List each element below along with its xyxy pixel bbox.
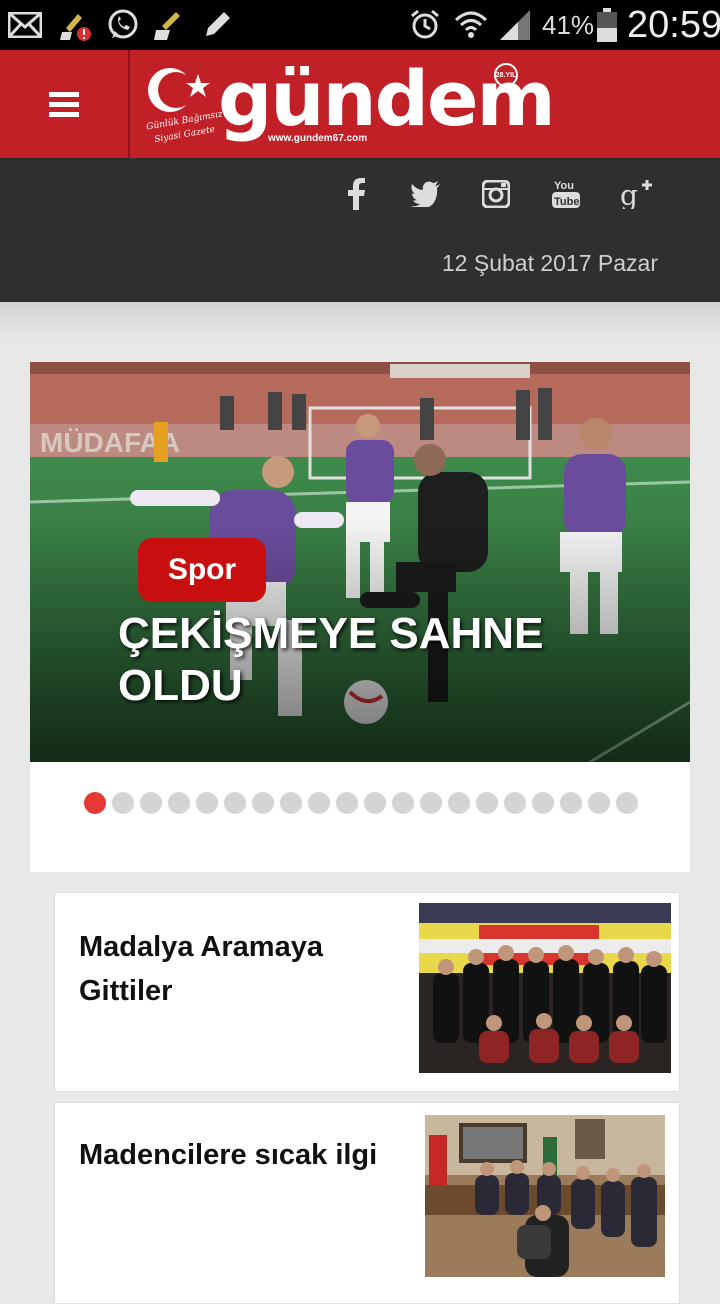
wifi-icon [454, 8, 488, 42]
slide-image[interactable]: MÜDAFAA [30, 362, 690, 762]
news-thumbnail[interactable] [425, 1115, 665, 1277]
slider-dot[interactable] [140, 792, 162, 814]
cleaner-alert-icon [58, 8, 92, 42]
slider-dot[interactable] [84, 792, 106, 814]
slider-dot[interactable] [560, 792, 582, 814]
news-card[interactable]: Madalya Aramaya Gittiler [54, 892, 680, 1092]
anniversary-badge: 28.YIL [494, 63, 518, 87]
svg-text:Tube: Tube [554, 196, 579, 208]
header-bar: gündem www.gundem67.com Günlük Bağımsız … [0, 50, 720, 158]
battery-percent: 41% [542, 10, 595, 40]
facebook-icon[interactable] [334, 174, 378, 214]
slider-dot[interactable] [448, 792, 470, 814]
instagram-icon[interactable] [474, 174, 518, 214]
news-title[interactable]: Madalya Aramaya Gittiler [79, 925, 379, 1013]
slider-dot[interactable] [616, 792, 638, 814]
slider-dot[interactable] [392, 792, 414, 814]
slider-dot[interactable] [196, 792, 218, 814]
pencil-icon [200, 8, 234, 42]
slider-dot[interactable] [532, 792, 554, 814]
slider-dot[interactable] [112, 792, 134, 814]
alarm-icon [408, 8, 442, 42]
cleaner-icon [152, 8, 186, 42]
current-date: 12 Şubat 2017 Pazar [441, 250, 658, 276]
slide-headline[interactable]: ÇEKİŞMEYE SAHNE OLDU [118, 608, 638, 712]
youtube-icon[interactable]: You Tube [544, 174, 588, 214]
slider-dot[interactable] [504, 792, 526, 814]
slider-dot[interactable] [476, 792, 498, 814]
hamburger-icon [49, 92, 79, 117]
news-title[interactable]: Madencilere sıcak ilgi [79, 1133, 419, 1177]
slider-dot[interactable] [168, 792, 190, 814]
divider-shadow [0, 302, 720, 342]
svg-text:g: g [620, 179, 638, 209]
twitter-icon[interactable] [404, 174, 448, 214]
slider-dot[interactable] [588, 792, 610, 814]
menu-button[interactable] [0, 50, 130, 158]
slider-dot[interactable] [280, 792, 302, 814]
slider-pagination [84, 792, 638, 814]
battery-icon [590, 8, 624, 42]
news-thumbnail[interactable] [419, 903, 671, 1073]
logo-url: www.gundem67.com [268, 133, 368, 144]
slider-dot[interactable] [252, 792, 274, 814]
mail-icon [8, 8, 42, 42]
svg-text:You: You [554, 180, 574, 192]
slider-dot[interactable] [308, 792, 330, 814]
news-card[interactable]: Madencilere sıcak ilgi [54, 1102, 680, 1304]
category-badge[interactable]: Spor [138, 538, 266, 602]
whatsapp-icon [106, 8, 140, 42]
google-plus-icon[interactable]: g [614, 174, 658, 214]
slider-dot[interactable] [336, 792, 358, 814]
featured-slider[interactable]: MÜDAFAA [30, 362, 690, 872]
social-bar: You Tube g 12 Şubat 2017 Pazar [0, 158, 720, 302]
slider-dot[interactable] [420, 792, 442, 814]
crescent-star-icon [148, 68, 210, 112]
slider-dot[interactable] [364, 792, 386, 814]
clock: 20:59 [627, 4, 720, 46]
site-logo[interactable]: gündem www.gundem67.com Günlük Bağımsız … [140, 54, 556, 152]
slider-dot[interactable] [224, 792, 246, 814]
status-bar: 41% 20:59 [0, 0, 720, 50]
signal-icon [498, 8, 532, 42]
